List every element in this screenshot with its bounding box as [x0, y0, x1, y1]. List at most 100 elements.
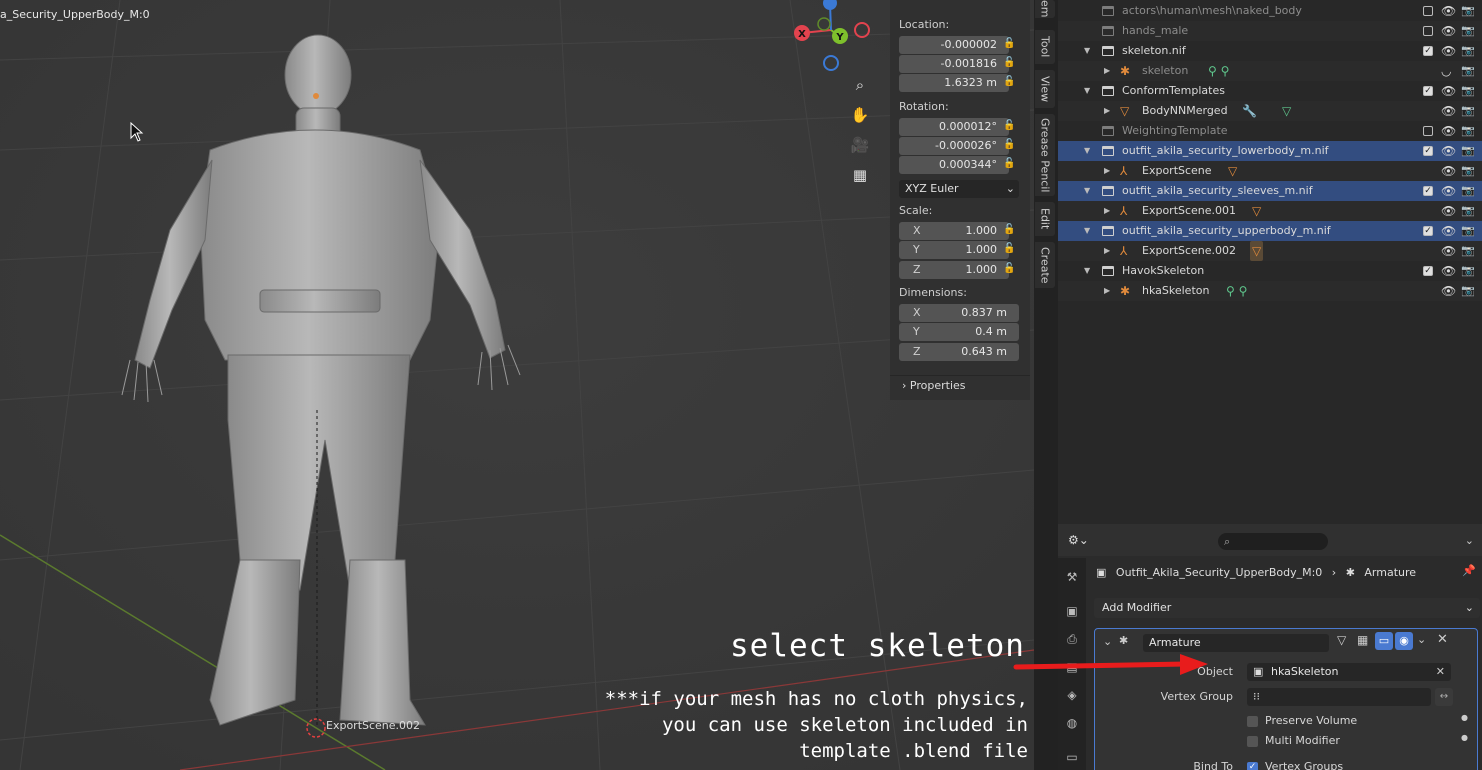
render-icon[interactable]: ◉ — [1395, 632, 1413, 650]
camera-icon[interactable]: 📷 — [1461, 221, 1475, 241]
exclude-checkbox[interactable]: ✓ — [1423, 186, 1433, 196]
tool-tab-icon[interactable]: ⚒ — [1063, 568, 1081, 586]
tab-create[interactable]: Create — [1035, 242, 1055, 288]
tab-item[interactable]: em — [1035, 0, 1055, 18]
expand-arrow-icon[interactable]: ▼ — [1084, 261, 1094, 281]
outliner-row[interactable]: ▼ outfit_akila_security_sleeves_m.nif ✓ … — [1058, 181, 1482, 201]
eye-icon[interactable]: 👁 — [1441, 101, 1456, 121]
rotation-y-field[interactable]: -0.000026° — [899, 137, 1009, 155]
3d-viewport[interactable]: a_Security_UpperBody_M:0 ExportScene.002… — [0, 0, 1034, 770]
keyframe-dot-icon[interactable]: ● — [1461, 713, 1468, 722]
outliner-row[interactable]: actors\human\mesh\naked_body 👁 📷 — [1058, 1, 1482, 21]
expand-arrow-icon[interactable]: ▶ — [1104, 281, 1114, 301]
output-tab-icon[interactable]: ⎙ — [1063, 630, 1081, 648]
eye-icon[interactable]: 👁 — [1441, 201, 1456, 221]
outliner-row[interactable]: ▶ ⅄ ExportScene ▽ 👁 📷 — [1058, 161, 1482, 181]
tab-edit[interactable]: Edit — [1035, 202, 1055, 236]
collection-tab-icon[interactable]: ▭ — [1063, 748, 1081, 766]
camera-icon[interactable]: 📷 — [1461, 61, 1475, 81]
rotation-z-field[interactable]: 0.000344° — [899, 156, 1009, 174]
expand-arrow-icon[interactable]: ▶ — [1104, 241, 1114, 261]
exclude-checkbox[interactable] — [1423, 126, 1433, 136]
eye-hidden-icon[interactable]: ◡ — [1441, 61, 1451, 81]
multi-modifier-checkbox[interactable] — [1247, 736, 1258, 747]
properties-search-input[interactable]: ⌕ — [1218, 533, 1328, 550]
eye-icon[interactable]: 👁 — [1441, 181, 1456, 201]
camera-icon[interactable]: 📷 — [1461, 21, 1475, 41]
outliner-row[interactable]: ▼ ConformTemplates ✓ 👁 📷 — [1058, 81, 1482, 101]
lock-icon[interactable]: 🔓 — [1003, 224, 1017, 236]
outliner-row[interactable]: hands_male 👁 📷 — [1058, 21, 1482, 41]
camera-icon[interactable]: 📷 — [1461, 281, 1475, 301]
preserve-volume-checkbox[interactable] — [1247, 716, 1258, 727]
expand-arrow-icon[interactable]: ▼ — [1084, 141, 1094, 161]
invert-icon[interactable]: ↔ — [1435, 688, 1453, 706]
lock-icon[interactable]: 🔓 — [1003, 263, 1017, 275]
camera-icon[interactable]: 🎥 — [847, 132, 873, 158]
outliner-row[interactable]: ▶ ⅄ ExportScene.002 ▽ 👁 📷 — [1058, 241, 1482, 261]
pan-hand-icon[interactable]: ✋ — [847, 102, 873, 128]
exclude-checkbox[interactable]: ✓ — [1423, 146, 1433, 156]
outliner-row[interactable]: ▶ ▽ BodyNNMerged 🔧 ▽ 👁 📷 — [1058, 101, 1482, 121]
viewport-display-icon[interactable]: ▭ — [1375, 632, 1393, 650]
outliner-row[interactable]: ▶ ✱ skeleton ⚲ ⚲ ◡ 📷 — [1058, 61, 1482, 81]
outliner-row[interactable]: ▶ ⅄ ExportScene.001 ▽ 👁 📷 — [1058, 201, 1482, 221]
chevron-down-icon[interactable]: ⌄ — [1417, 633, 1426, 646]
eye-icon[interactable]: 👁 — [1441, 281, 1456, 301]
cage-icon[interactable]: ▦ — [1357, 633, 1368, 647]
camera-icon[interactable]: 📷 — [1461, 41, 1475, 61]
eye-icon[interactable]: 👁 — [1441, 241, 1456, 261]
dimension-y-field[interactable]: Y 0.4 m — [899, 323, 1019, 341]
world-tab-icon[interactable]: ◍ — [1063, 714, 1081, 732]
eye-icon[interactable]: 👁 — [1441, 1, 1456, 21]
camera-icon[interactable]: 📷 — [1461, 1, 1475, 21]
outliner-row[interactable]: ▼ skeleton.nif ✓ 👁 📷 — [1058, 41, 1482, 61]
scale-z-field[interactable]: Z 1.000 — [899, 261, 1009, 279]
dimension-z-field[interactable]: Z 0.643 m — [899, 343, 1019, 361]
navigation-gizmo[interactable]: X Y — [790, 0, 880, 75]
zoom-icon[interactable]: ⌕ — [847, 72, 873, 98]
camera-icon[interactable]: 📷 — [1461, 261, 1475, 281]
lock-icon[interactable]: 🔓 — [1003, 38, 1017, 50]
eye-icon[interactable]: 👁 — [1441, 121, 1456, 141]
eye-icon[interactable]: 👁 — [1441, 21, 1456, 41]
expand-arrow-icon[interactable]: ▼ — [1084, 41, 1094, 61]
rotation-mode-select[interactable]: XYZ Euler ⌄ — [899, 180, 1019, 198]
lock-icon[interactable]: 🔓 — [1003, 120, 1017, 132]
lock-icon[interactable]: 🔓 — [1003, 57, 1017, 69]
lock-icon[interactable]: 🔓 — [1003, 139, 1017, 151]
render-tab-icon[interactable]: ▣ — [1063, 602, 1081, 620]
exclude-checkbox[interactable]: ✓ — [1423, 266, 1433, 276]
exclude-checkbox[interactable]: ✓ — [1423, 86, 1433, 96]
location-z-field[interactable]: 1.6323 m — [899, 74, 1009, 92]
exclude-checkbox[interactable]: ✓ — [1423, 226, 1433, 236]
outliner-row[interactable]: ▼ HavokSkeleton ✓ 👁 📷 — [1058, 261, 1482, 281]
rotation-x-field[interactable]: 0.000012° — [899, 118, 1009, 136]
expand-arrow-icon[interactable]: ▶ — [1104, 61, 1114, 81]
scene-tab-icon[interactable]: ◈ — [1063, 686, 1081, 704]
location-x-field[interactable]: -0.000002 — [899, 36, 1009, 54]
edit-mode-icon[interactable]: ▽ — [1337, 633, 1346, 647]
exclude-checkbox[interactable] — [1423, 6, 1433, 16]
scale-y-field[interactable]: Y 1.000 — [899, 241, 1009, 259]
lock-icon[interactable]: 🔓 — [1003, 158, 1017, 170]
eye-icon[interactable]: 👁 — [1441, 141, 1456, 161]
camera-icon[interactable]: 📷 — [1461, 101, 1475, 121]
exclude-checkbox[interactable]: ✓ — [1423, 46, 1433, 56]
eye-icon[interactable]: 👁 — [1441, 221, 1456, 241]
vertex-group-field[interactable]: ⁝⁝ — [1247, 688, 1431, 706]
camera-icon[interactable]: 📷 — [1461, 161, 1475, 181]
expand-arrow-icon[interactable]: ▼ — [1084, 221, 1094, 241]
dimension-x-field[interactable]: X 0.837 m — [899, 304, 1019, 322]
eye-icon[interactable]: 👁 — [1441, 81, 1456, 101]
camera-icon[interactable]: 📷 — [1461, 181, 1475, 201]
perspective-grid-icon[interactable]: ▦ — [847, 162, 873, 188]
exclude-checkbox[interactable] — [1423, 26, 1433, 36]
tab-tool[interactable]: Tool — [1035, 30, 1055, 64]
collapse-chevron-icon[interactable]: ⌄ — [1103, 635, 1112, 648]
expand-arrow-icon[interactable]: ▶ — [1104, 201, 1114, 221]
properties-subpanel-header[interactable]: › Properties — [890, 375, 1030, 395]
keyframe-dot-icon[interactable]: ● — [1461, 733, 1468, 742]
pin-icon[interactable]: 📌 — [1462, 564, 1476, 577]
eye-icon[interactable]: 👁 — [1441, 41, 1456, 61]
